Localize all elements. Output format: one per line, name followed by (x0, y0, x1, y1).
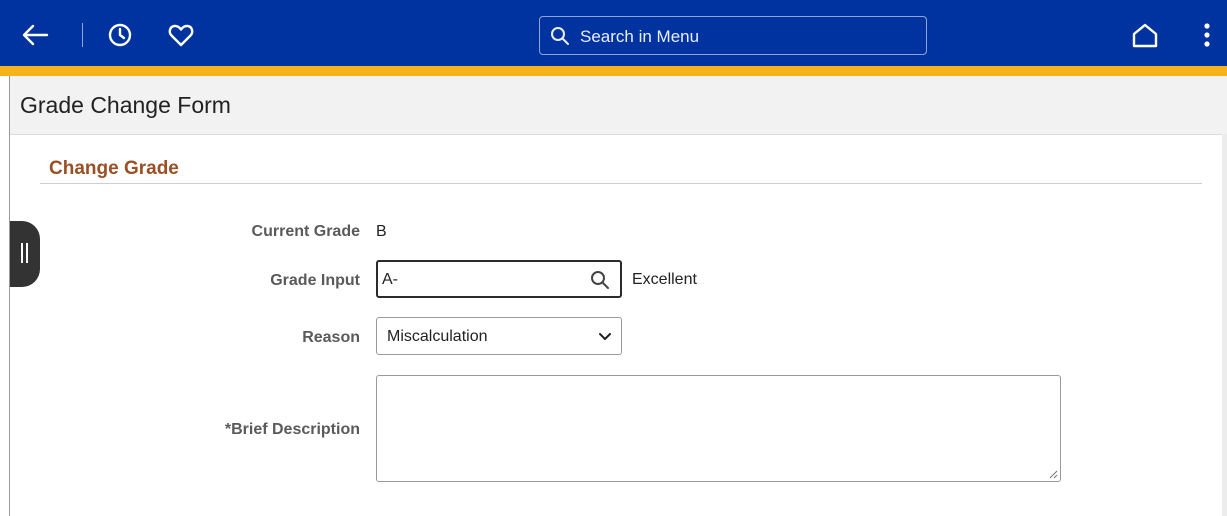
history-icon[interactable] (105, 20, 135, 50)
search-icon (551, 27, 569, 45)
more-actions-icon[interactable] (1197, 20, 1217, 50)
home-icon[interactable] (1130, 20, 1160, 50)
current-grade-label: Current Grade (251, 223, 360, 240)
grade-input-field[interactable]: A- (376, 260, 622, 298)
search-placeholder: Search in Menu (580, 27, 700, 46)
toolbar-divider (82, 23, 83, 47)
lookup-search-icon[interactable] (590, 270, 610, 290)
reason-dropdown[interactable]: Miscalculation (376, 317, 622, 355)
side-panel-toggle[interactable] (10, 221, 40, 287)
section-title: Change Grade (49, 158, 179, 179)
grade-input-label: Grade Input (270, 272, 360, 289)
grade-input-value: A- (382, 271, 398, 288)
reason-selected-value: Miscalculation (387, 328, 488, 345)
top-navigation-bar: Search in Menu (0, 0, 1227, 66)
reason-label: Reason (302, 329, 360, 346)
page-header: Grade Change Form (10, 76, 1227, 135)
accent-stripe (0, 66, 1227, 76)
grade-description-text: Excellent (632, 271, 697, 288)
brief-description-label: *Brief Description (224, 421, 360, 438)
brief-description-textarea[interactable] (376, 375, 1061, 482)
chevron-down-icon (599, 333, 611, 340)
vertical-scrollbar[interactable] (1222, 134, 1227, 516)
section-divider (40, 183, 1202, 184)
back-arrow-icon[interactable] (20, 20, 50, 50)
pause-bars-icon (21, 243, 23, 263)
page-left-border (9, 76, 10, 516)
resize-handle-icon[interactable] (1048, 469, 1058, 479)
current-grade-value: B (376, 223, 387, 240)
search-input[interactable]: Search in Menu (539, 16, 927, 55)
page-title: Grade Change Form (20, 92, 231, 118)
favorites-heart-icon[interactable] (166, 20, 196, 50)
